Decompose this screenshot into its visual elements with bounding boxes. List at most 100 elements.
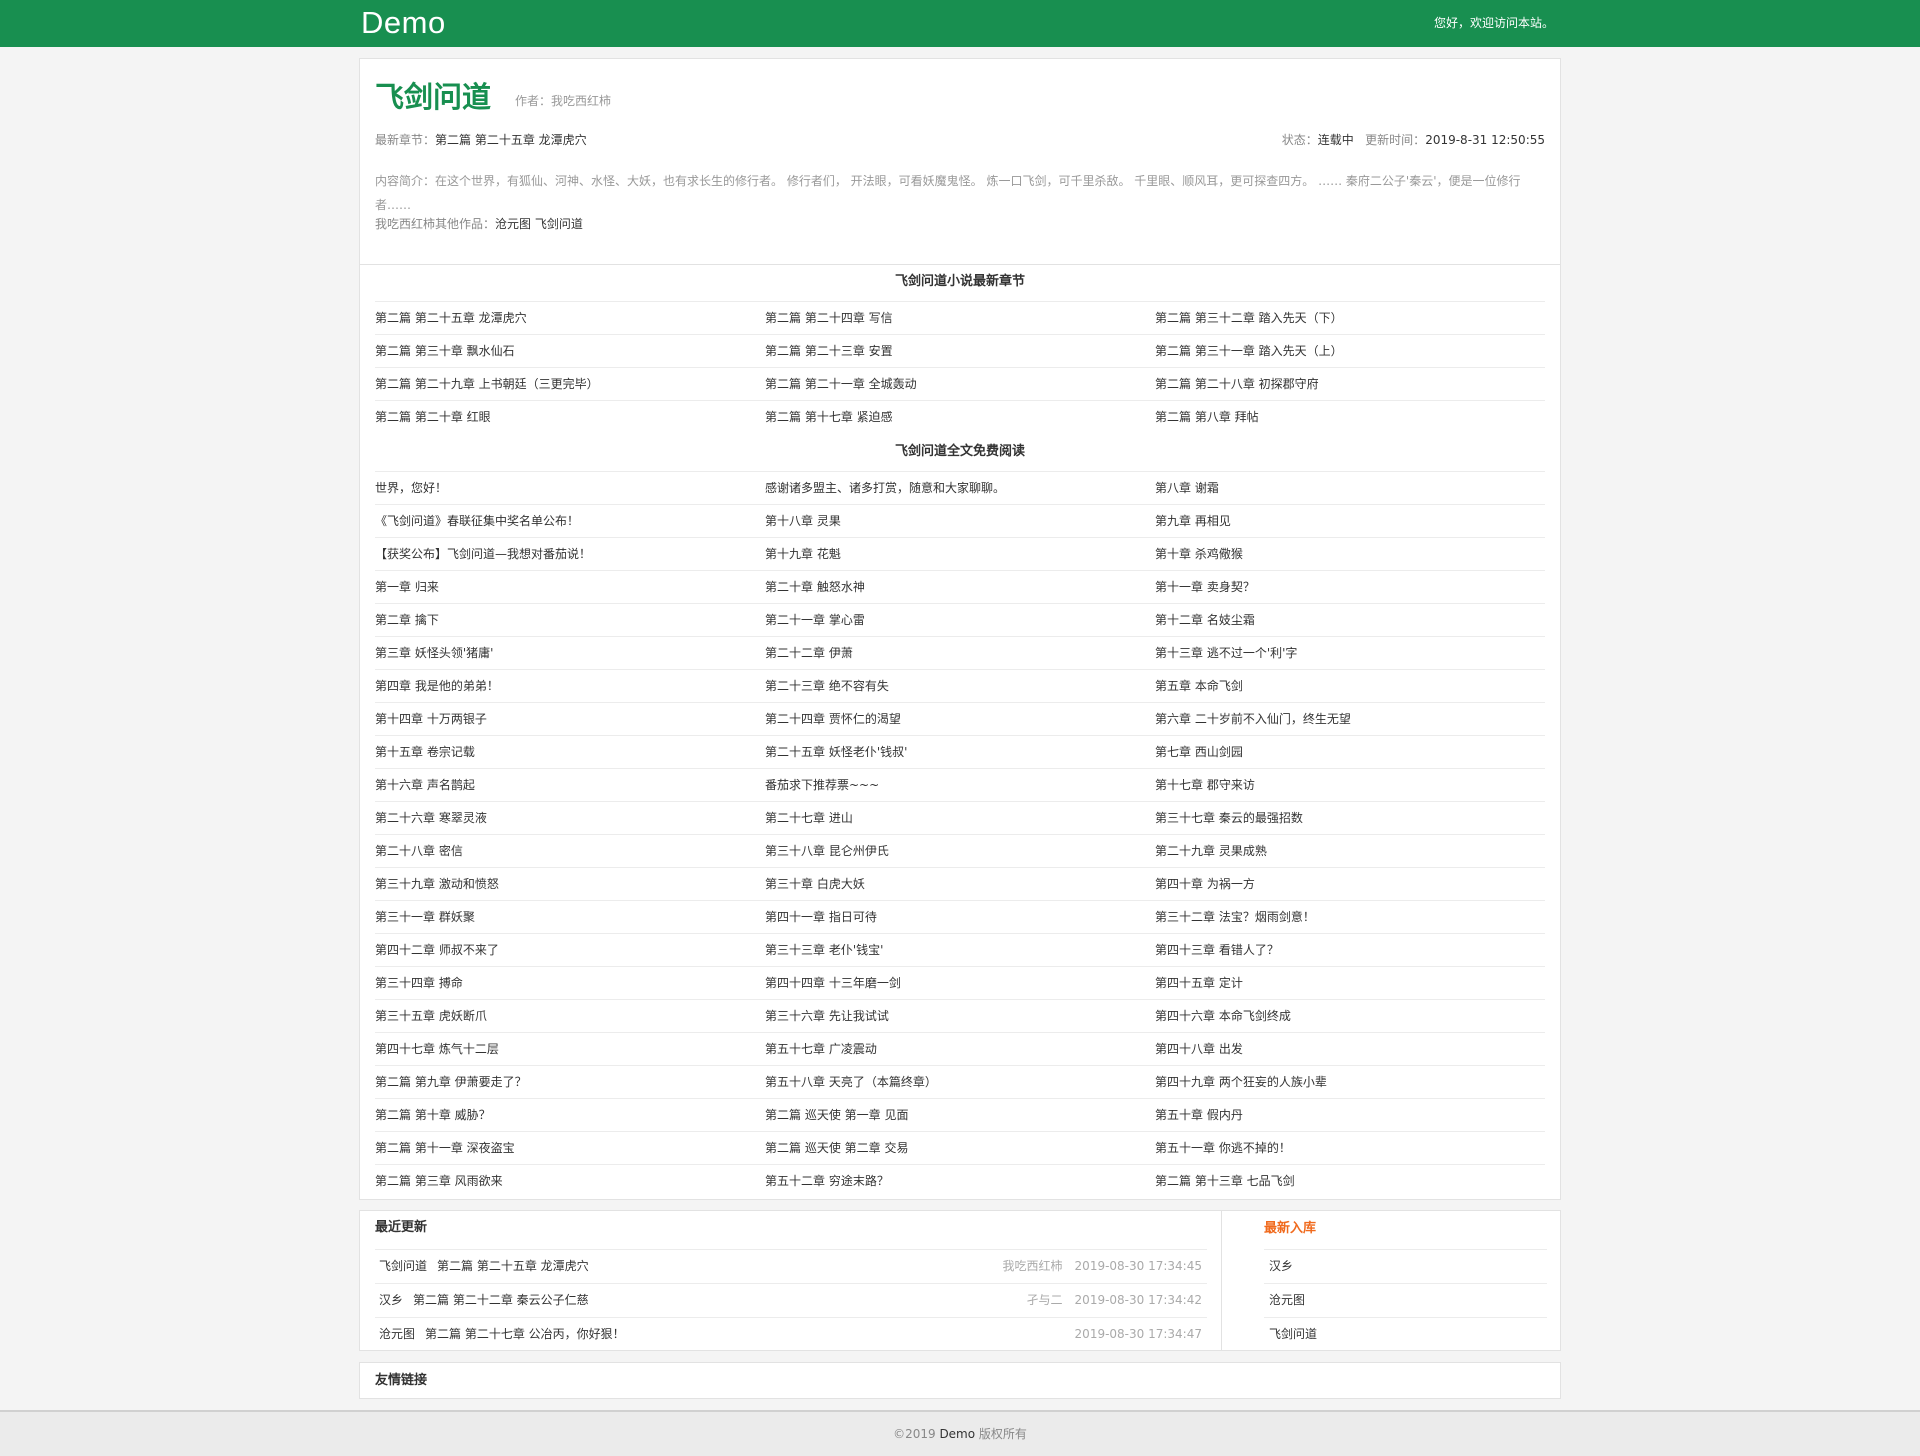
site-logo[interactable]: Demo	[361, 4, 446, 42]
chapter-link[interactable]: 第二十章 触怒水神	[765, 580, 865, 594]
chapter-link[interactable]: 第二篇 第十章 威胁？	[375, 1108, 491, 1122]
chapter-link[interactable]: 第二篇 第二十一章 全城轰动	[765, 377, 917, 391]
recent-author[interactable]: 孑与二	[1027, 1293, 1063, 1307]
recent-chapter-link[interactable]: 第二篇 第二十七章 公冶丙，你好狠！	[425, 1318, 625, 1351]
chapter-link[interactable]: 第五十章 假内丹	[1155, 1108, 1243, 1122]
chapter-link[interactable]: 第十九章 花魁	[765, 547, 841, 561]
chapter-link[interactable]: 第五十一章 你逃不掉的！	[1155, 1141, 1291, 1155]
chapter-cell: 第二篇 第二十九章 上书朝廷（三更完毕）	[375, 367, 765, 400]
chapter-link[interactable]: 第十五章 卷宗记载	[375, 745, 475, 759]
chapter-link[interactable]: 第三十三章 老仆'钱宝'	[765, 943, 883, 957]
chapter-link[interactable]: 第五十七章 广凌震动	[765, 1042, 877, 1056]
chapter-link[interactable]: 第三十九章 激动和愤怒	[375, 877, 499, 891]
other-work-link[interactable]: 沧元图	[495, 217, 531, 231]
chapter-link[interactable]: 第十一章 卖身契？	[1155, 580, 1255, 594]
chapter-link[interactable]: 第四十四章 十三年磨一剑	[765, 976, 901, 990]
chapter-link[interactable]: 第四十三章 看错人了？	[1155, 943, 1279, 957]
recent-book-link[interactable]: 沧元图	[379, 1318, 415, 1351]
chapter-link[interactable]: 第四十九章 两个狂妄的人族小辈	[1155, 1075, 1327, 1089]
chapter-cell: 第二篇 第九章 伊萧要走了？	[375, 1065, 765, 1098]
chapter-link[interactable]: 第二十七章 进山	[765, 811, 853, 825]
chapter-link[interactable]: 第一章 归来	[375, 580, 439, 594]
chapter-link[interactable]: 第四十五章 定计	[1155, 976, 1243, 990]
chapter-link[interactable]: 感谢诸多盟主、诸多打赏，随意和大家聊聊。	[765, 481, 1005, 495]
chapter-link[interactable]: 第二十六章 寒翠灵液	[375, 811, 487, 825]
chapter-cell: 第三十九章 激动和愤怒	[375, 867, 765, 900]
chapter-link[interactable]: 第二篇 第八章 拜帖	[1155, 410, 1259, 424]
chapter-link[interactable]: 第十章 杀鸡儆猴	[1155, 547, 1243, 561]
chapter-link[interactable]: 第二章 擒下	[375, 613, 439, 627]
chapter-link[interactable]: 世界，您好！	[375, 481, 447, 495]
chapter-link[interactable]: 第三十八章 昆仑州伊氏	[765, 844, 889, 858]
chapter-link[interactable]: 第二十一章 掌心雷	[765, 613, 865, 627]
chapter-link[interactable]: 第四十章 为祸一方	[1155, 877, 1255, 891]
chapter-link[interactable]: 第三十四章 搏命	[375, 976, 463, 990]
chapter-link[interactable]: 第三十六章 先让我试试	[765, 1009, 889, 1023]
chapter-link[interactable]: 第二十九章 灵果成熟	[1155, 844, 1267, 858]
chapter-link[interactable]: 第二篇 第三十章 飘水仙石	[375, 344, 515, 358]
chapter-link[interactable]: 第二篇 第十三章 七品飞剑	[1155, 1174, 1295, 1188]
recent-chapter-link[interactable]: 第二篇 第二十五章 龙潭虎穴	[437, 1250, 589, 1283]
chapter-link[interactable]: 第三十五章 虎妖断爪	[375, 1009, 487, 1023]
chapter-link[interactable]: 番茄求下推荐票~~~	[765, 778, 879, 792]
chapter-link[interactable]: 第二十二章 伊萧	[765, 646, 853, 660]
chapter-link[interactable]: 第二十五章 妖怪老仆'钱叔'	[765, 745, 907, 759]
chapter-link[interactable]: 第七章 西山剑园	[1155, 745, 1243, 759]
chapter-link[interactable]: 【获奖公布】飞剑问道—我想对番茄说！	[375, 547, 591, 561]
chapter-link[interactable]: 第三十二章 法宝？烟雨剑意！	[1155, 910, 1315, 924]
chapter-link[interactable]: 第二十四章 贾怀仁的渴望	[765, 712, 901, 726]
chapter-link[interactable]: 第二篇 巡天使 第二章 交易	[765, 1141, 908, 1155]
chapter-link[interactable]: 第三十章 白虎大妖	[765, 877, 865, 891]
chapter-link[interactable]: 第二篇 第三十二章 踏入先天（下）	[1155, 311, 1343, 325]
chapter-link[interactable]: 第四十一章 指日可待	[765, 910, 877, 924]
new-book-link[interactable]: 汉乡	[1264, 1249, 1547, 1283]
chapter-link[interactable]: 第五十八章 天亮了（本篇终章）	[765, 1075, 937, 1089]
chapter-link[interactable]: 第二篇 第二十章 红眼	[375, 410, 491, 424]
chapter-link[interactable]: 第五章 本命飞剑	[1155, 679, 1243, 693]
chapter-link[interactable]: 第二篇 巡天使 第一章 见面	[765, 1108, 908, 1122]
chapter-link[interactable]: 第九章 再相见	[1155, 514, 1231, 528]
chapter-link[interactable]: 第三十一章 群妖聚	[375, 910, 475, 924]
friend-links-heading: 友情链接	[375, 1373, 428, 1388]
chapter-cell: 第二篇 第三章 风雨欲来	[375, 1164, 765, 1197]
chapter-link[interactable]: 第二十三章 绝不容有失	[765, 679, 889, 693]
chapter-link[interactable]: 第八章 谢霜	[1155, 481, 1219, 495]
recent-book-link[interactable]: 汉乡	[379, 1284, 403, 1317]
chapter-link[interactable]: 《飞剑问道》春联征集中奖名单公布！	[375, 514, 579, 528]
chapter-link[interactable]: 第四十八章 出发	[1155, 1042, 1243, 1056]
chapter-link[interactable]: 第五十二章 穷途末路？	[765, 1174, 889, 1188]
new-book-link[interactable]: 沧元图	[1264, 1283, 1547, 1317]
author-name[interactable]: 我吃西红柿	[551, 94, 611, 108]
chapter-link[interactable]: 第二篇 第三十一章 踏入先天（上）	[1155, 344, 1343, 358]
chapter-link[interactable]: 第十四章 十万两银子	[375, 712, 487, 726]
chapter-link[interactable]: 第十三章 逃不过一个'利'字	[1155, 646, 1297, 660]
chapter-link[interactable]: 第十二章 名妓尘霜	[1155, 613, 1255, 627]
recent-chapter-link[interactable]: 第二篇 第二十二章 秦云公子仁慈	[413, 1284, 589, 1317]
chapter-link[interactable]: 第二篇 第二十四章 写信	[765, 311, 893, 325]
chapter-link[interactable]: 第四十七章 炼气十二层	[375, 1042, 499, 1056]
other-work-link[interactable]: 飞剑问道	[535, 217, 583, 231]
new-book-link[interactable]: 飞剑问道	[1264, 1317, 1547, 1351]
chapter-link[interactable]: 第二篇 第二十五章 龙潭虎穴	[375, 311, 527, 325]
chapter-link[interactable]: 第二篇 第二十八章 初探郡守府	[1155, 377, 1319, 391]
chapter-link[interactable]: 第四十二章 师叔不来了	[375, 943, 499, 957]
chapter-link[interactable]: 第二篇 第二十三章 安置	[765, 344, 893, 358]
latest-chapter-link[interactable]: 第二篇 第二十五章 龙潭虎穴	[435, 133, 587, 147]
chapter-link[interactable]: 第三章 妖怪头领'猪庸'	[375, 646, 493, 660]
chapter-link[interactable]: 第二篇 第十一章 深夜盗宝	[375, 1141, 515, 1155]
chapter-link[interactable]: 第二十八章 密信	[375, 844, 463, 858]
recent-author[interactable]: 我吃西红柿	[1003, 1259, 1063, 1273]
recent-update-row: 飞剑问道 第二篇 第二十五章 龙潭虎穴 我吃西红柿 2019-08-30 17:34:…	[375, 1249, 1207, 1283]
chapter-link[interactable]: 第二篇 第三章 风雨欲来	[375, 1174, 503, 1188]
chapter-link[interactable]: 第六章 二十岁前不入仙门，终生无望	[1155, 712, 1351, 726]
chapter-link[interactable]: 第四章 我是他的弟弟！	[375, 679, 499, 693]
recent-book-link[interactable]: 飞剑问道	[379, 1250, 427, 1283]
chapter-link[interactable]: 第二篇 第二十九章 上书朝廷（三更完毕）	[375, 377, 599, 391]
chapter-link[interactable]: 第十六章 声名鹊起	[375, 778, 475, 792]
chapter-link[interactable]: 第二篇 第九章 伊萧要走了？	[375, 1075, 527, 1089]
chapter-link[interactable]: 第二篇 第十七章 紧迫感	[765, 410, 893, 424]
chapter-link[interactable]: 第十八章 灵果	[765, 514, 841, 528]
chapter-link[interactable]: 第三十七章 秦云的最强招数	[1155, 811, 1303, 825]
chapter-link[interactable]: 第十七章 郡守来访	[1155, 778, 1255, 792]
chapter-link[interactable]: 第四十六章 本命飞剑终成	[1155, 1009, 1291, 1023]
